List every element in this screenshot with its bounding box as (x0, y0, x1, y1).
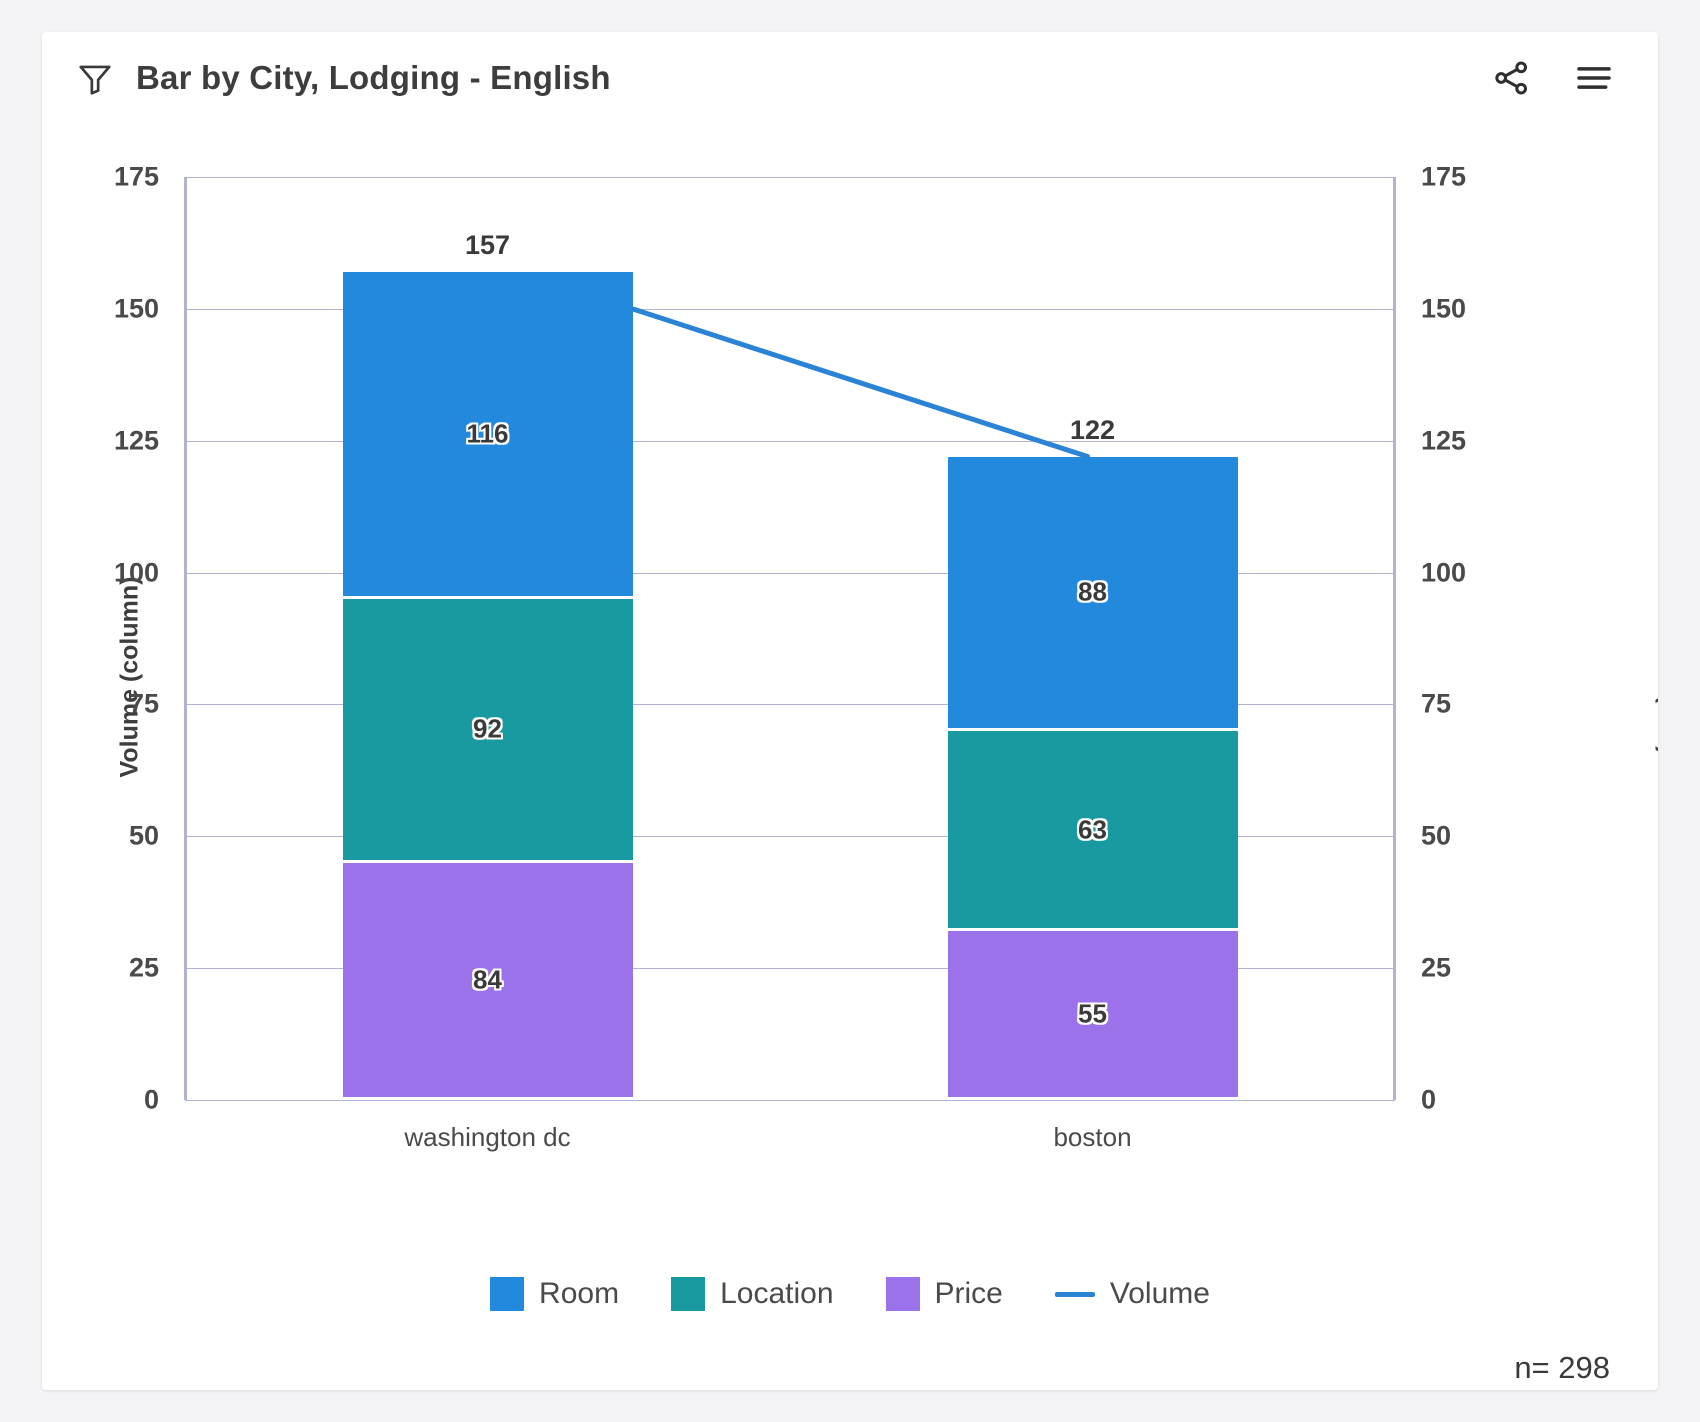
chart-card: Bar by City, Lodging - English Volume (c… (42, 32, 1658, 1390)
legend-color-swatch (671, 1277, 706, 1311)
y-tick-right: 150 (1421, 293, 1467, 324)
bar-segment-price[interactable]: 84 (342, 862, 633, 1097)
y-tick-right: 0 (1421, 1084, 1437, 1115)
sample-size-label: n= 298 (1514, 1350, 1610, 1385)
y-tick-left: 50 (128, 820, 159, 851)
bar-segment-value: 84 (473, 964, 502, 995)
legend-label: Volume (1109, 1277, 1210, 1310)
bar-segment-value: 63 (1078, 814, 1107, 844)
y-tick-left: 75 (128, 688, 159, 719)
y-axis-right-title: Volume (line) (1654, 599, 1659, 755)
bar-total-label: 157 (464, 229, 511, 260)
chart-legend: Room Location Price Volume (42, 1277, 1658, 1311)
y-axis-right-line (1393, 177, 1396, 1100)
legend-line-marker (1054, 1291, 1095, 1297)
bar-segment-price[interactable]: 55 (947, 931, 1238, 1097)
y-tick-right: 50 (1421, 820, 1452, 851)
bar-segment-value: 116 (466, 418, 509, 449)
y-tick-right: 175 (1421, 161, 1467, 192)
y-tick-left: 175 (113, 161, 159, 192)
gridline (185, 1100, 1395, 1101)
y-tick-right: 25 (1421, 952, 1452, 983)
bar-segment-location[interactable]: 92 (342, 598, 633, 860)
y-tick-right: 75 (1421, 688, 1452, 719)
bar-segment-location[interactable]: 63 (947, 730, 1238, 929)
y-axis-left-line (184, 177, 187, 1100)
y-tick-left: 150 (113, 293, 159, 324)
chart-canvas: Volume (column) Volume (line) 0 0 25 25 50 50… (42, 32, 1658, 1390)
x-category-label: washington dc (404, 1122, 571, 1152)
y-tick-right: 100 (1421, 557, 1467, 588)
y-tick-left: 125 (113, 425, 159, 456)
legend-label: Location (720, 1277, 834, 1310)
bar-segment-value: 92 (473, 713, 502, 744)
bar-segment-value: 55 (1078, 998, 1107, 1029)
x-category-label: boston (1053, 1122, 1132, 1152)
legend-label: Price (934, 1277, 1003, 1310)
bar-stack[interactable]: 84 92 116 157 (342, 177, 633, 1100)
legend-item-price[interactable]: Price (885, 1277, 1003, 1311)
y-axis-left-title: Volume (column) (115, 576, 144, 778)
legend-item-room[interactable]: Room (490, 1277, 619, 1311)
legend-item-volume[interactable]: Volume (1054, 1277, 1210, 1311)
legend-item-location[interactable]: Location (671, 1277, 834, 1311)
bar-segment-room[interactable]: 88 (947, 456, 1238, 728)
y-tick-left: 100 (113, 557, 159, 588)
plot-area: 0 0 25 25 50 50 75 75 100 100 125 125 150 150 175 175 8… (114, 162, 1466, 1115)
legend-label: Room (539, 1277, 620, 1310)
y-tick-right: 125 (1421, 425, 1467, 456)
bar-segment-room[interactable]: 116 (342, 271, 633, 596)
legend-color-swatch (490, 1277, 525, 1311)
legend-color-swatch (885, 1277, 920, 1311)
bar-segment-value: 88 (1078, 576, 1107, 607)
bar-total-label: 122 (1069, 414, 1116, 445)
bar-stack[interactable]: 55 63 88 122 (947, 177, 1238, 1100)
y-tick-left: 25 (128, 952, 159, 983)
y-tick-left: 0 (143, 1084, 159, 1115)
